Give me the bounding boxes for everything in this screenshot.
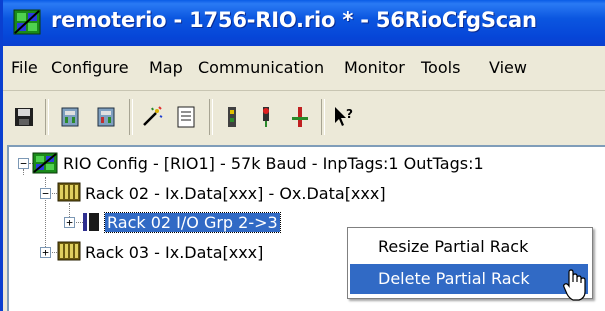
menu-monitor[interactable]: Monitor	[344, 58, 405, 77]
save-icon	[15, 108, 33, 126]
io-module-icon	[228, 107, 236, 127]
download-button[interactable]	[53, 101, 87, 133]
tree-node-rack-02-io-group[interactable]: Rack 02 I/O Grp 2->3	[104, 212, 281, 233]
io-module-button[interactable]	[215, 101, 249, 133]
window-title: remoterio - 1756-RIO.rio * - 56RioCfgSca…	[51, 8, 537, 32]
menu-map[interactable]: Map	[149, 58, 183, 77]
download-icon	[61, 107, 79, 127]
toolbar-separator	[45, 99, 49, 135]
context-help-button[interactable]: ?	[327, 101, 361, 133]
toolbar: ?	[3, 91, 605, 145]
context-help-icon: ?	[335, 107, 353, 126]
mouse-pointer-icon	[563, 269, 586, 301]
wizard-button[interactable]	[135, 101, 169, 133]
tree-expand-toggle[interactable]: +	[40, 247, 51, 258]
tree-node-rio-config[interactable]: RIO Config - [RIO1] - 57k Baud - InpTags…	[63, 154, 484, 173]
save-button[interactable]	[7, 101, 41, 133]
status-light-icon	[263, 107, 269, 127]
toolbar-separator	[321, 99, 325, 135]
network-config-icon	[32, 152, 58, 174]
title-bar[interactable]: remoterio - 1756-RIO.rio * - 56RioCfgSca…	[3, 0, 605, 46]
menu-tools[interactable]: Tools	[421, 58, 460, 77]
document-icon	[177, 106, 195, 128]
menu-item-delete-partial-rack[interactable]: Delete Partial Rack	[350, 264, 588, 294]
document-button[interactable]	[169, 101, 203, 133]
rack-icon	[57, 241, 81, 261]
toolbar-separator	[209, 99, 213, 135]
connect-icon	[292, 107, 308, 127]
svg-text:?: ?	[346, 107, 353, 121]
tree-collapse-toggle[interactable]: −	[18, 158, 29, 169]
menu-communication[interactable]: Communication	[198, 58, 324, 77]
menu-configure[interactable]: Configure	[51, 58, 129, 77]
menu-bar: File Configure Map Communication Monitor…	[3, 46, 605, 91]
status-light-button[interactable]	[249, 101, 283, 133]
io-group-icon	[83, 213, 99, 231]
app-window: remoterio - 1756-RIO.rio * - 56RioCfgSca…	[0, 0, 605, 311]
rack-icon	[57, 182, 81, 202]
tree-collapse-toggle[interactable]: −	[40, 188, 51, 199]
network-config-icon	[13, 9, 41, 35]
menu-item-resize-partial-rack[interactable]: Resize Partial Rack	[350, 232, 588, 262]
context-menu: Resize Partial Rack Delete Partial Rack	[347, 227, 593, 299]
upload-button[interactable]	[89, 101, 123, 133]
connect-button[interactable]	[283, 101, 317, 133]
wizard-icon	[143, 106, 163, 126]
tree-expand-toggle[interactable]: +	[64, 217, 75, 228]
menu-view[interactable]: View	[489, 58, 527, 77]
menu-file[interactable]: File	[11, 58, 38, 77]
tree-node-rack-03[interactable]: Rack 03 - Ix.Data[xxx]	[85, 243, 263, 262]
tree-node-rack-02[interactable]: Rack 02 - Ix.Data[xxx] - Ox.Data[xxx]	[85, 184, 386, 203]
toolbar-separator	[129, 99, 133, 135]
upload-icon	[97, 107, 115, 127]
